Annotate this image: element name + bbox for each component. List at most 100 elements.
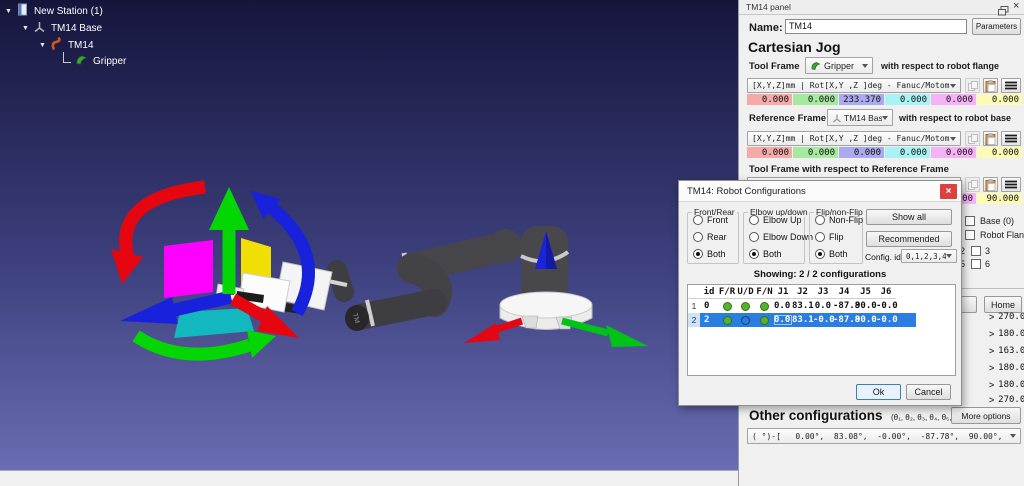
radio-flip-both[interactable]: Both xyxy=(815,249,848,259)
tree-item-label[interactable]: New Station (1) xyxy=(34,6,103,17)
tool-y-value[interactable]: 0.000 xyxy=(793,94,838,105)
parameters-button[interactable]: Parameters xyxy=(972,18,1021,35)
tree-item-label[interactable]: TM14 xyxy=(68,40,94,51)
base-checkbox-row[interactable]: Base (0) xyxy=(965,216,1014,226)
radio-rear[interactable]: Rear xyxy=(693,232,727,242)
radio-flip[interactable]: Flip xyxy=(815,232,844,242)
robot-flange-checkbox[interactable] xyxy=(965,230,975,240)
reference-frame-combo[interactable]: TM14 Base xyxy=(827,109,893,126)
chevron-down-icon xyxy=(882,116,888,120)
copy-pose-button[interactable] xyxy=(965,78,980,93)
joint-checkbox-3[interactable] xyxy=(971,246,981,256)
toolref-r-value[interactable]: 90.000 xyxy=(977,193,1022,204)
ok-button[interactable]: Ok xyxy=(856,384,901,400)
paste-pose-button[interactable] xyxy=(983,78,998,93)
ref-p-value[interactable]: 0.000 xyxy=(931,147,976,158)
copy-pose-button[interactable] xyxy=(965,131,980,146)
j6-cell: -0.0 xyxy=(876,315,896,325)
pose-menu-button[interactable] xyxy=(1001,78,1021,93)
tool-p-value[interactable]: 0.000 xyxy=(931,94,976,105)
tool-r-value[interactable]: 0.000 xyxy=(977,94,1022,105)
ref-y-value[interactable]: 0.000 xyxy=(793,147,838,158)
joint-checkbox-6[interactable] xyxy=(971,259,981,269)
row-number: 2 xyxy=(688,313,700,327)
wrist-joint xyxy=(337,270,344,292)
dialog-close-icon[interactable]: × xyxy=(940,184,957,199)
tool-frame-combo[interactable]: Gripper xyxy=(805,57,873,74)
radio-icon[interactable] xyxy=(749,232,759,242)
config-id-combo[interactable]: 0,1,2,3,4,5,6,7 xyxy=(901,249,957,263)
joint-5-limit-row[interactable]: >180.0 xyxy=(989,380,1024,390)
expand-triangle-icon[interactable]: ▼ xyxy=(5,8,12,15)
joint-1-limit-row[interactable]: >270.0 xyxy=(989,312,1024,322)
hamburger-menu-icon xyxy=(1005,180,1017,189)
radio-elbow-up[interactable]: Elbow Up xyxy=(749,215,802,225)
tool-x-value[interactable]: 0.000 xyxy=(747,94,792,105)
tree-item-label[interactable]: TM14 Base xyxy=(51,23,102,34)
joint-6-limit-row[interactable]: >270.0 xyxy=(989,395,1024,405)
expand-triangle-icon[interactable]: ▼ xyxy=(39,42,46,49)
radio-non-flip[interactable]: Non-Flip xyxy=(815,215,863,225)
ref-pose-format-combo[interactable]: [X,Y,Z]mm | Rot[X,Y ,Z ]deg - Fanuc/Moto… xyxy=(747,131,961,146)
joint-checkbox-6-label: 6 xyxy=(985,259,990,269)
dialog-titlebar[interactable]: TM14: Robot Configurations × xyxy=(679,181,961,202)
tool-z-value[interactable]: 233.370 xyxy=(839,94,884,105)
pose-menu-button[interactable] xyxy=(1001,131,1021,146)
pose-menu-button[interactable] xyxy=(1001,177,1021,192)
more-options-button[interactable]: More options xyxy=(951,407,1021,424)
tool-w-value[interactable]: 0.000 xyxy=(885,94,930,105)
other-configurations-combo[interactable]: ( °)-[ 0.00°, 83.08°, -0.00°, -87.78°, 9… xyxy=(747,428,1021,444)
tree-item-station[interactable]: ▼ New Station (1) xyxy=(5,3,103,19)
ref-w-value[interactable]: 0.000 xyxy=(885,147,930,158)
ud-dot-hollow xyxy=(736,316,755,325)
copy-pose-button[interactable] xyxy=(965,177,980,192)
recommended-button[interactable]: Recommended xyxy=(866,231,952,247)
tree-item-label[interactable]: Gripper xyxy=(93,56,126,67)
radio-front-rear-both[interactable]: Both xyxy=(693,249,726,259)
home-button[interactable]: Home xyxy=(984,296,1022,313)
tree-item-base-frame[interactable]: ▼ TM14 Base xyxy=(22,20,102,36)
tool-pose-format-combo[interactable]: [X,Y,Z]mm | Rot[X,Y ,Z ]deg - Fanuc/Moto… xyxy=(747,78,961,93)
radio-elbow-down[interactable]: Elbow Down xyxy=(749,232,813,242)
close-panel-icon[interactable]: × xyxy=(1013,0,1019,12)
ref-z-value[interactable]: 0.000 xyxy=(839,147,884,158)
base-checkbox[interactable] xyxy=(965,216,975,226)
radio-icon[interactable] xyxy=(749,215,759,225)
tree-item-gripper[interactable]: Gripper xyxy=(63,53,126,69)
radio-selected-icon[interactable] xyxy=(815,249,825,259)
config-id-label: Config. id xyxy=(865,252,901,262)
joint-4-limit-row[interactable]: >180.0 xyxy=(989,363,1024,373)
joint-checkbox-3-label: 3 xyxy=(985,246,990,256)
joint-2-limit-row[interactable]: >180.0 xyxy=(989,329,1024,339)
radio-selected-icon[interactable] xyxy=(693,249,703,259)
paste-pose-button[interactable] xyxy=(983,131,998,146)
panel-title: TM14 panel xyxy=(746,2,791,12)
robot-flange-checkbox-row[interactable]: Robot Flange xyxy=(965,230,1024,240)
config-row-2-selected[interactable]: 2 2 0.0 83.1 -0.0 -87.8 90.0 -0.0 xyxy=(688,313,916,327)
expand-triangle-icon[interactable]: ▼ xyxy=(22,25,29,32)
table-header-row: id F/R U/D F/N J1 J2 J3 J4 J5 J6 xyxy=(688,285,896,299)
paste-pose-button[interactable] xyxy=(983,177,998,192)
config-id-cell: 2 xyxy=(700,315,718,325)
radio-icon[interactable] xyxy=(815,215,825,225)
chevron-down-icon xyxy=(862,64,868,68)
radio-selected-icon[interactable] xyxy=(749,249,759,259)
robot-configurations-dialog: TM14: Robot Configurations × Front/Rear … xyxy=(678,180,962,406)
radio-icon[interactable] xyxy=(693,232,703,242)
radio-icon[interactable] xyxy=(693,215,703,225)
joint-3-limit-row[interactable]: >163.0 xyxy=(989,346,1024,356)
jog-plane-yz[interactable] xyxy=(164,240,213,298)
radio-front[interactable]: Front xyxy=(693,215,728,225)
show-all-button[interactable]: Show all xyxy=(866,209,952,225)
radio-icon[interactable] xyxy=(815,232,825,242)
reference-frame-label: Reference Frame xyxy=(749,113,826,124)
configurations-table[interactable]: id F/R U/D F/N J1 J2 J3 J4 J5 J6 1 0 0.0 xyxy=(687,284,956,376)
name-input[interactable]: TM14 xyxy=(785,19,967,34)
radio-elbow-both[interactable]: Both xyxy=(749,249,782,259)
paste-icon xyxy=(985,133,996,145)
cancel-button[interactable]: Cancel xyxy=(906,384,951,400)
config-row-1[interactable]: 1 0 0.0 83.1 0.0 -87.8 90.0 -0.0 xyxy=(688,299,916,313)
ref-r-value[interactable]: 0.000 xyxy=(977,147,1022,158)
ref-x-value[interactable]: 0.000 xyxy=(747,147,792,158)
viewport-3d[interactable]: TM xyxy=(0,0,738,470)
